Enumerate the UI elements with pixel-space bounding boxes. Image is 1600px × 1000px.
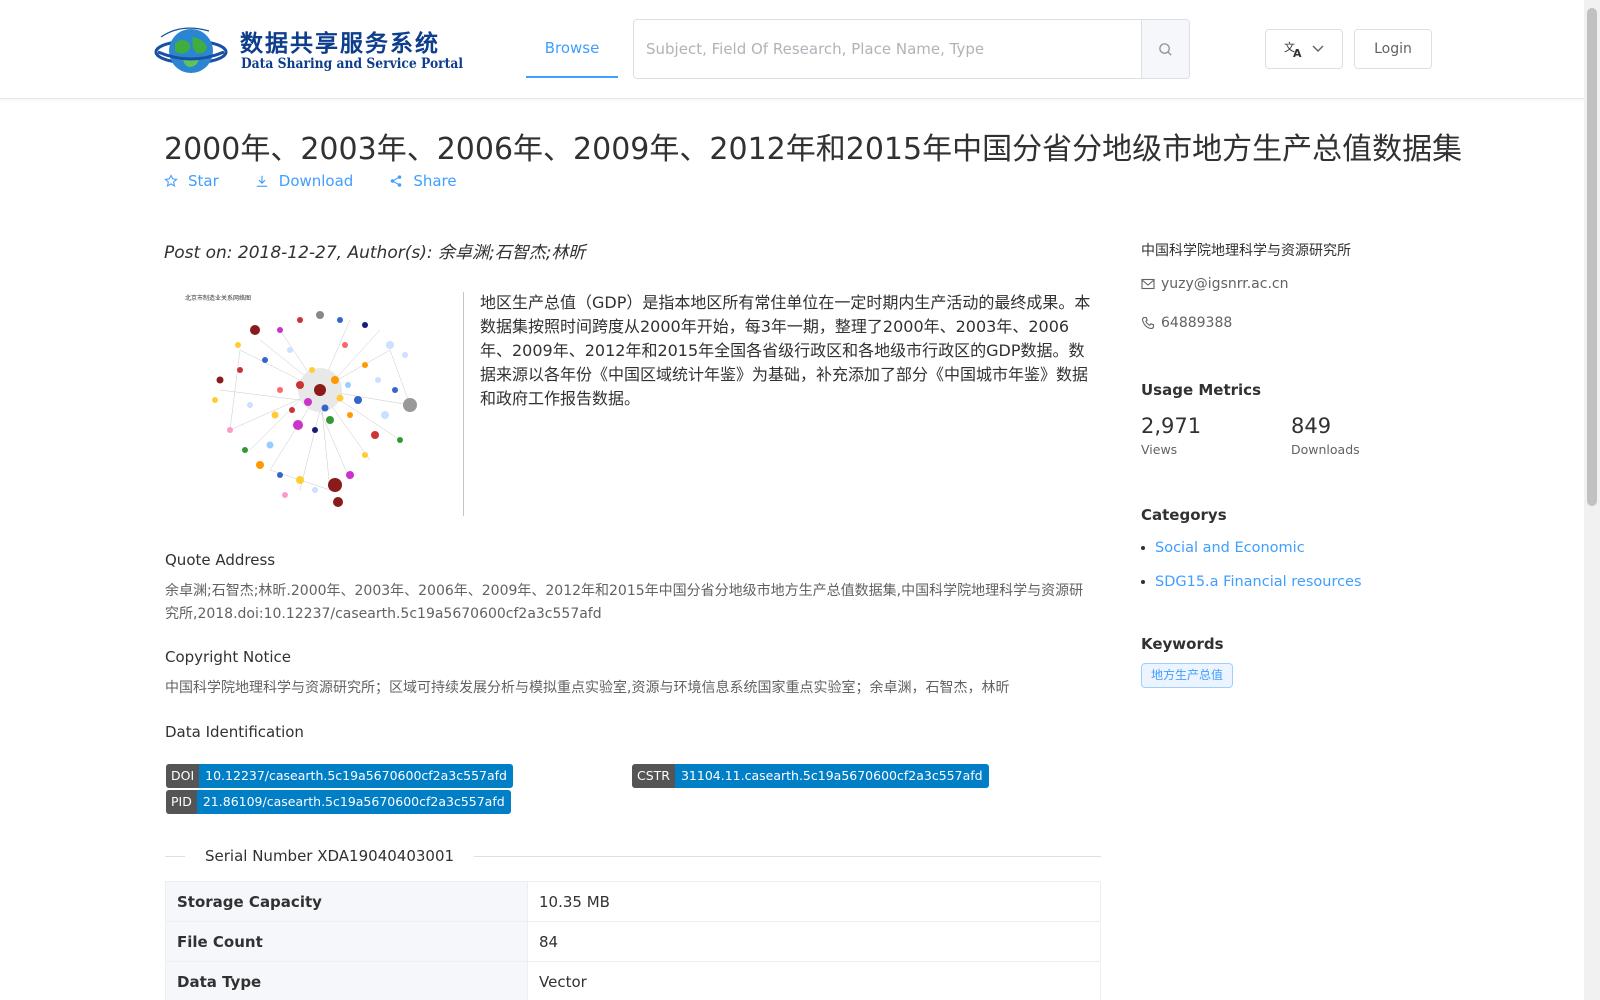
views-count: 2,971: [1141, 414, 1202, 438]
dataset-title: 2000年、2003年、2006年、2009年、2012年和2015年中国分省分…: [164, 132, 1463, 167]
category-label: SDG15.a Financial resources: [1155, 574, 1362, 590]
page-scrollbar[interactable]: [1584, 0, 1600, 1000]
download-icon: [256, 175, 268, 187]
svg-text:A: A: [1293, 47, 1302, 58]
table-cell-key: Storage Capacity: [165, 881, 528, 922]
search-box: [633, 19, 1190, 79]
doi-badge-key: DOI: [166, 764, 200, 788]
portal-logo[interactable]: 数据共享服务系统 Data Sharing and Service Portal: [153, 21, 463, 79]
table-cell-value: 84: [527, 921, 1101, 962]
serial-number: Serial Number XDA19040403001: [185, 847, 475, 865]
cstr-badge-key: CSTR: [632, 764, 675, 788]
nav-browse-tab[interactable]: Browse: [526, 0, 618, 78]
share-label: Share: [413, 172, 457, 190]
copyright-notice-label: Copyright Notice: [165, 648, 291, 666]
search-icon: [1159, 42, 1172, 56]
login-button[interactable]: Login: [1354, 29, 1432, 69]
downloads-count: 849: [1291, 414, 1332, 438]
table-cell-key: Data Type: [165, 961, 528, 1000]
logo-en-text: Data Sharing and Service Portal: [241, 56, 464, 72]
download-label: Download: [278, 172, 354, 190]
quote-address-text: 余卓渊;石智杰;林昕.2000年、2003年、2006年、2009年、2012年…: [165, 583, 1084, 622]
translate-icon: 文 A: [1284, 40, 1302, 58]
dataset-abstract: 地区生产总值（GDP）是指本地区所有常住单位在一定时期内生产活动的最终成果。本数…: [480, 293, 1091, 408]
download-button[interactable]: Download: [255, 172, 354, 190]
star-button[interactable]: Star: [164, 172, 219, 190]
mail-icon: [1141, 278, 1155, 290]
dataset-actions: Star Download Share: [164, 172, 457, 190]
table-cell-value: 10.35 MB: [527, 881, 1101, 922]
categories-heading: Categorys: [1141, 506, 1227, 524]
keyword-tag[interactable]: 地方生产总值: [1141, 663, 1234, 688]
top-header: 数据共享服务系统 Data Sharing and Service Portal…: [0, 0, 1584, 99]
cstr-badge[interactable]: CSTR 31104.11.casearth.5c19a5670600cf2a3…: [632, 764, 989, 788]
keyword-list: 地方生产总值: [1141, 663, 1234, 688]
views-label: Views: [1141, 442, 1178, 457]
copyright-notice-text: 中国科学院地理科学与资源研究所；区域可持续发展分析与模拟重点实验室,资源与环境信…: [165, 680, 1010, 696]
thumbnail-divider: [463, 292, 464, 516]
usage-metrics-heading: Usage Metrics: [1141, 381, 1261, 399]
pid-badge-value: 21.86109/casearth.5c19a5670600cf2a3c557a…: [196, 790, 511, 814]
star-label: Star: [188, 172, 219, 190]
table-row: Storage Capacity 10.35 MB: [165, 881, 1101, 922]
dataset-info-table: Storage Capacity 10.35 MB File Count 84 …: [165, 881, 1101, 1000]
quote-address-label: Quote Address: [165, 551, 276, 569]
sidebar-phone: 64889388: [1141, 315, 1232, 331]
downloads-metric: 849 Downloads: [1291, 414, 1360, 457]
table-row: Data Type Vector: [165, 961, 1101, 1000]
bullet-icon: [1141, 546, 1145, 550]
views-metric: 2,971 Views: [1141, 414, 1201, 457]
chevron-down-icon: [1312, 45, 1324, 52]
post-info: Post on: 2018-12-27, Author(s): 余卓渊;石智杰;…: [164, 243, 586, 263]
pid-badge-key: PID: [166, 790, 197, 814]
sidebar-organization: 中国科学院地理科学与资源研究所: [1141, 243, 1351, 259]
star-icon: [164, 174, 178, 187]
logo-cn-text: 数据共享服务系统: [240, 30, 440, 57]
table-cell-key: File Count: [165, 921, 528, 962]
table-cell-value: Vector: [527, 961, 1101, 1000]
category-item[interactable]: SDG15.a Financial resources: [1141, 574, 1362, 590]
globe-logo-icon: [154, 27, 228, 73]
sidebar-email[interactable]: yuzy@igsnrr.ac.cn: [1141, 276, 1288, 292]
search-input[interactable]: [634, 20, 1141, 78]
bullet-icon: [1141, 580, 1145, 584]
sidebar-phone-text: 64889388: [1161, 315, 1233, 331]
sidebar-email-text: yuzy@igsnrr.ac.cn: [1161, 276, 1289, 292]
category-item[interactable]: Social and Economic: [1141, 540, 1305, 556]
scrollbar-thumb[interactable]: [1587, 8, 1597, 506]
category-label: Social and Economic: [1155, 540, 1305, 556]
doi-badge[interactable]: DOI 10.12237/casearth.5c19a5670600cf2a3c…: [166, 764, 513, 788]
keywords-heading: Keywords: [1141, 635, 1224, 653]
cstr-badge-value: 31104.11.casearth.5c19a5670600cf2a3c557a…: [674, 764, 989, 788]
doi-badge-value: 10.12237/casearth.5c19a5670600cf2a3c557a…: [199, 764, 513, 788]
downloads-label: Downloads: [1291, 442, 1360, 457]
data-identification-label: Data Identification: [165, 723, 304, 741]
network-graph-thumbnail[interactable]: 北京市制造业关系网络图: [180, 290, 450, 520]
language-select[interactable]: 文 A: [1265, 29, 1343, 69]
table-row: File Count 84: [165, 921, 1101, 962]
svg-text:北京市制造业关系网络图: 北京市制造业关系网络图: [185, 294, 251, 302]
phone-icon: [1141, 316, 1155, 330]
search-button[interactable]: [1141, 20, 1189, 78]
share-icon: [391, 175, 402, 187]
share-button[interactable]: Share: [389, 172, 457, 190]
pid-badge[interactable]: PID 21.86109/casearth.5c19a5670600cf2a3c…: [166, 790, 511, 814]
